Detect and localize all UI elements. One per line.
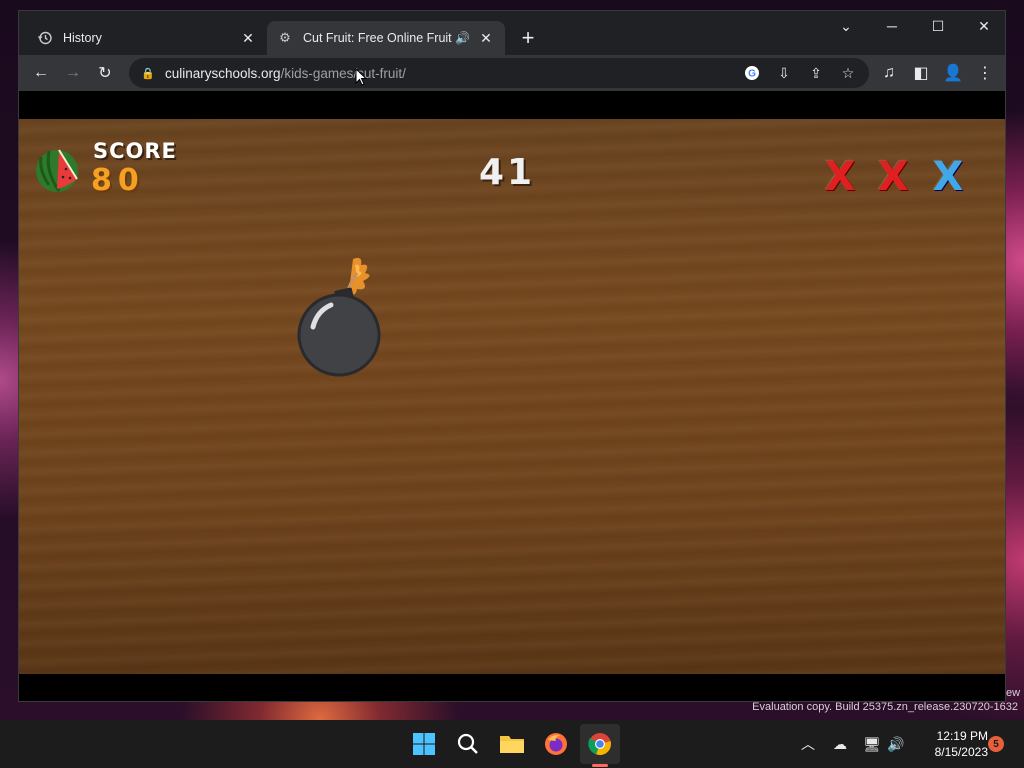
url-path: /kids-games/cut-fruit/ bbox=[280, 65, 406, 81]
folder-icon bbox=[500, 736, 524, 753]
chevron-up-icon[interactable]: ︿ bbox=[798, 734, 818, 754]
clock-time: 12:19 PM bbox=[936, 729, 988, 743]
chrome-icon bbox=[588, 733, 611, 756]
tab-cut-fruit[interactable]: ⚙ Cut Fruit: Free Online Fruit Sl 🔊 ✕ bbox=[267, 21, 505, 55]
taskbar: ︿ ☁ 🖥 🔊 12:19 PM 8/15/2023 bbox=[0, 720, 1024, 768]
file-explorer-button[interactable] bbox=[492, 724, 532, 764]
media-control-icon[interactable]: ♫ bbox=[875, 59, 903, 87]
timer: 41 bbox=[479, 152, 536, 193]
game-canvas[interactable]: SCORE 80 41 X X X bbox=[19, 119, 1005, 674]
tab-search-icon[interactable]: ⌄ bbox=[823, 11, 869, 41]
notification-badge[interactable]: 5 bbox=[988, 736, 1004, 752]
tab-title: Cut Fruit: Free Online Fruit Sl bbox=[303, 31, 455, 45]
star-icon[interactable]: ☆ bbox=[837, 62, 859, 84]
evaluation-watermark: Evaluation copy. Build 25375.zn_release.… bbox=[752, 701, 1018, 713]
close-icon[interactable]: ✕ bbox=[239, 29, 257, 47]
windows-icon bbox=[413, 733, 435, 755]
desktop-corner-text: ew bbox=[1006, 687, 1021, 699]
start-button[interactable] bbox=[404, 724, 444, 764]
new-tab-button[interactable]: + bbox=[515, 25, 541, 51]
maximize-button[interactable]: ☐ bbox=[915, 11, 961, 41]
tab-strip: History ✕ ⚙ Cut Fruit: Free Online Fruit… bbox=[19, 11, 1005, 55]
minimize-button[interactable]: ─ bbox=[869, 11, 915, 41]
strike-lost-1: X bbox=[824, 154, 856, 200]
profile-icon[interactable]: 👤 bbox=[939, 59, 967, 87]
strike-lost-2: X bbox=[877, 154, 909, 200]
google-icon[interactable]: G bbox=[741, 62, 763, 84]
volume-icon[interactable]: 🔊 bbox=[886, 734, 906, 754]
score-label: SCORE bbox=[93, 139, 177, 163]
back-button[interactable]: ← bbox=[27, 59, 55, 87]
mouse-cursor-icon bbox=[355, 68, 367, 86]
speaker-icon[interactable]: 🔊 bbox=[455, 31, 471, 45]
lock-icon: 🔒 bbox=[141, 67, 155, 80]
close-icon[interactable]: ✕ bbox=[477, 29, 495, 47]
share-icon[interactable]: ⇪ bbox=[805, 62, 827, 84]
clock[interactable]: 12:19 PM 8/15/2023 bbox=[912, 728, 988, 760]
history-icon bbox=[37, 30, 53, 46]
firefox-button[interactable] bbox=[536, 724, 576, 764]
svg-text:G: G bbox=[748, 69, 756, 80]
menu-icon[interactable]: ⋮ bbox=[971, 59, 999, 87]
clock-date: 8/15/2023 bbox=[934, 745, 988, 759]
address-bar[interactable]: 🔒 culinaryschools.org/kids-games/cut-fru… bbox=[129, 58, 869, 88]
tab-history[interactable]: History ✕ bbox=[27, 21, 267, 55]
watermelon-icon bbox=[36, 149, 78, 192]
url-text: culinaryschools.org/kids-games/cut-fruit… bbox=[165, 66, 406, 81]
gear-favicon-icon: ⚙ bbox=[279, 30, 291, 45]
browser-toolbar: ← → ↻ 🔒 culinaryschools.org/kids-games/c… bbox=[19, 55, 1005, 91]
page-content: SCORE 80 41 X X X bbox=[19, 91, 1005, 701]
active-app-indicator bbox=[592, 764, 608, 767]
score-value: 80 bbox=[91, 163, 145, 198]
close-window-button[interactable]: ✕ bbox=[961, 11, 1007, 41]
side-panel-icon[interactable]: ◧ bbox=[907, 59, 935, 87]
install-icon[interactable]: ⇩ bbox=[773, 62, 795, 84]
reload-button[interactable]: ↻ bbox=[91, 59, 119, 87]
tab-title: History bbox=[63, 31, 102, 45]
browser-window: History ✕ ⚙ Cut Fruit: Free Online Fruit… bbox=[18, 10, 1006, 702]
firefox-icon bbox=[545, 733, 567, 755]
chrome-button[interactable] bbox=[580, 724, 620, 764]
onedrive-icon[interactable]: ☁ bbox=[830, 734, 850, 754]
network-icon[interactable]: 🖥 bbox=[862, 734, 882, 754]
forward-button[interactable]: → bbox=[59, 59, 87, 87]
url-domain: culinaryschools.org bbox=[165, 65, 281, 81]
bomb-icon[interactable] bbox=[291, 251, 387, 379]
search-icon bbox=[457, 733, 478, 754]
strike-remaining-3: X bbox=[932, 154, 964, 200]
search-button[interactable] bbox=[448, 724, 488, 764]
